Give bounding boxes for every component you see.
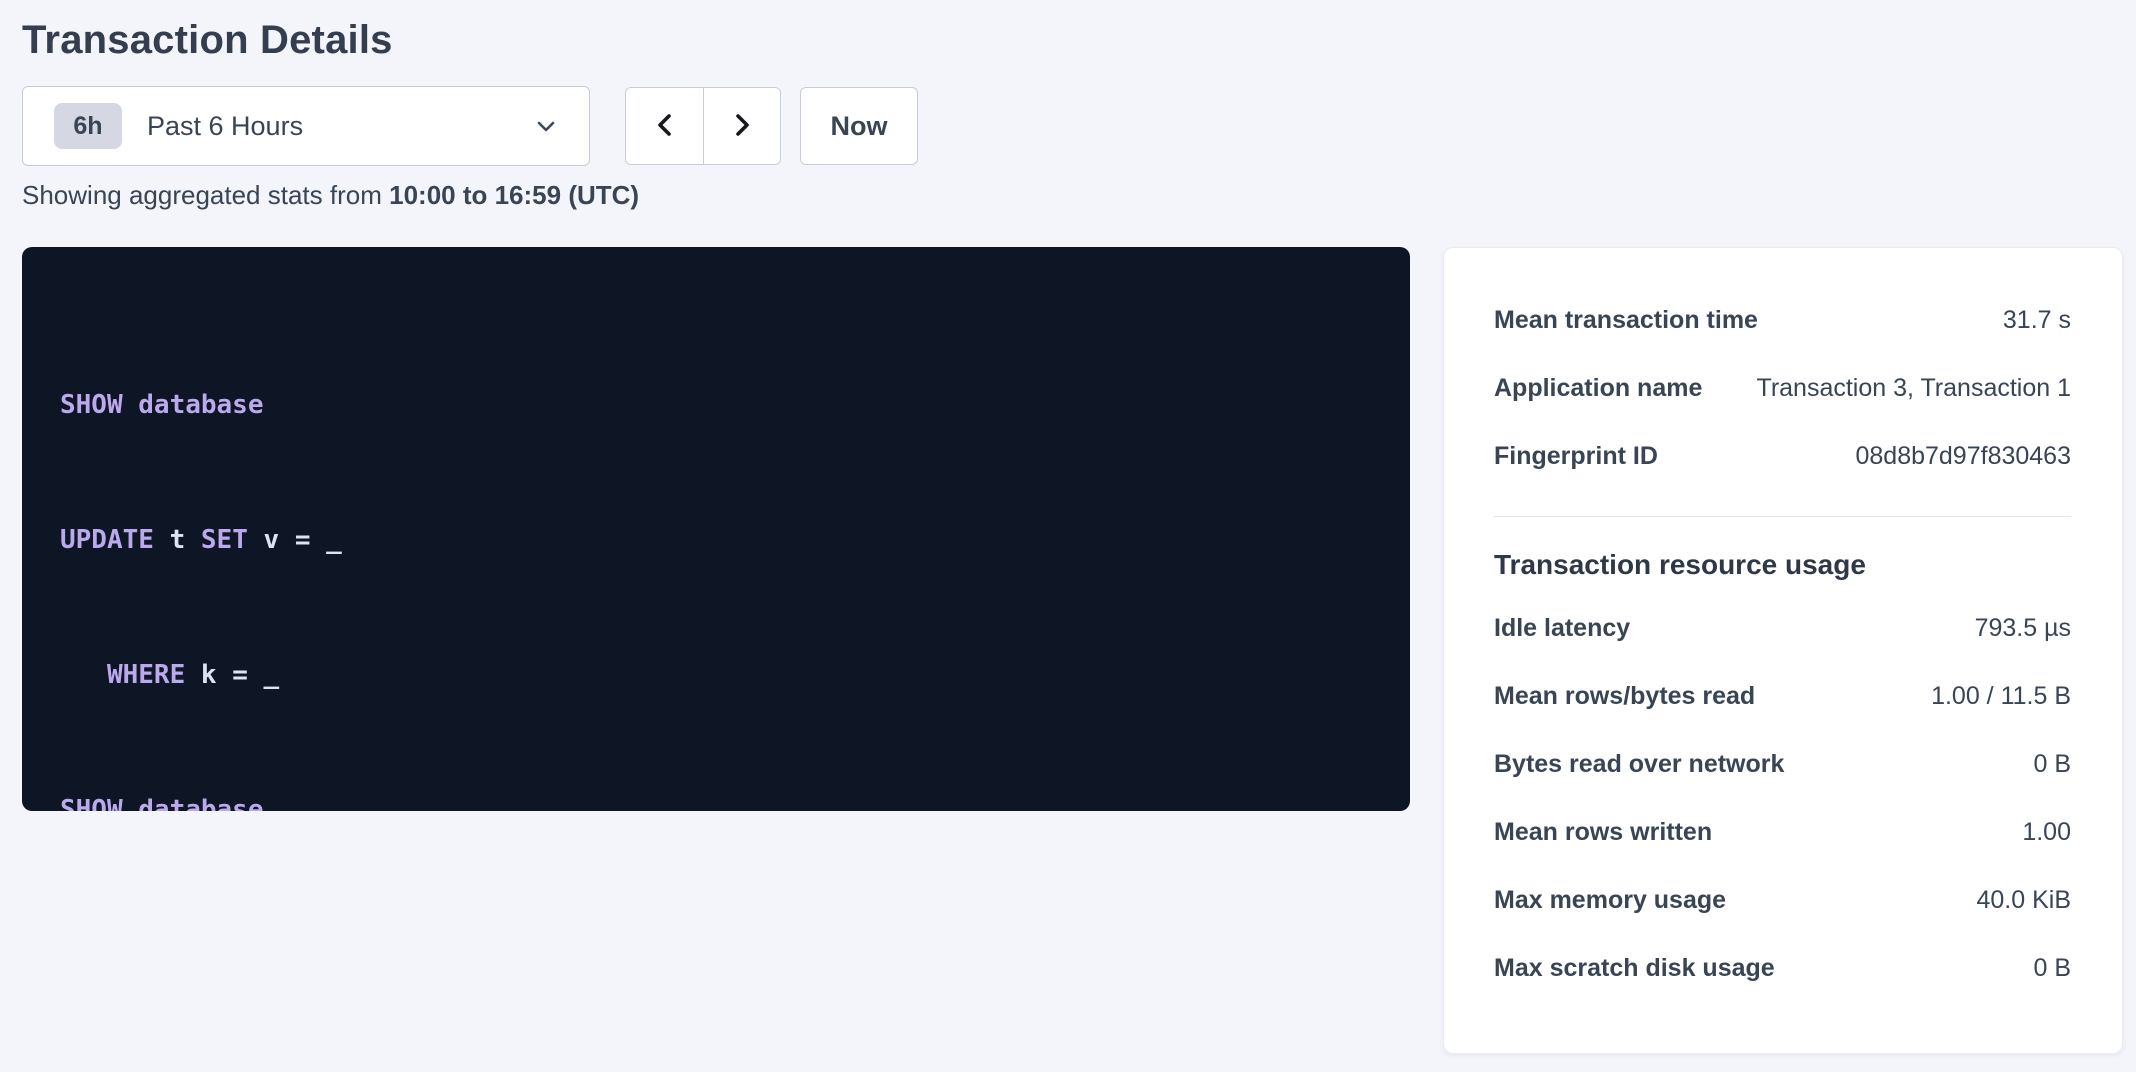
aggregated-stats-note-range: 10:00 to 16:59 (UTC) — [389, 180, 639, 210]
stat-value: 793.5 µs — [1975, 612, 2071, 644]
page-title: Transaction Details — [22, 16, 2123, 64]
stat-value: 0 B — [2033, 748, 2071, 780]
sql-line: UPDATE t SET v = _ — [60, 518, 1372, 563]
sql-token: SHOW database — [60, 795, 264, 811]
aggregated-stats-note-prefix: Showing aggregated stats from — [22, 180, 389, 210]
resource-usage-heading: Transaction resource usage — [1494, 548, 2071, 582]
stat-label: Bytes read over network — [1494, 748, 1784, 780]
time-range-label: Past 6 Hours — [147, 111, 303, 142]
transaction-details-page: Transaction Details 6h Past 6 Hours Now … — [0, 0, 2136, 1072]
stat-value: 08d8b7d97f830463 — [1855, 440, 2071, 472]
next-time-button[interactable] — [703, 88, 780, 164]
stat-label: Mean rows/bytes read — [1494, 680, 1755, 712]
sql-line: SHOW database — [60, 383, 1372, 428]
now-button[interactable]: Now — [800, 87, 918, 165]
sql-token: k = _ — [201, 660, 279, 690]
stat-value: Transaction 3, Transaction 1 — [1756, 372, 2071, 404]
chevron-left-icon — [651, 110, 679, 143]
prev-time-button[interactable] — [626, 88, 703, 164]
stat-label: Max scratch disk usage — [1494, 952, 1775, 984]
stat-row-application-name: Application name Transaction 3, Transact… — [1494, 372, 2071, 404]
stat-value: 40.0 KiB — [1976, 884, 2071, 916]
sql-line: WHERE k = _ — [60, 653, 1372, 698]
time-step-button-group — [625, 87, 781, 165]
sql-line: SHOW database — [60, 788, 1372, 811]
stat-row-max-memory-usage: Max memory usage 40.0 KiB — [1494, 884, 2071, 916]
stat-row-fingerprint-id: Fingerprint ID 08d8b7d97f830463 — [1494, 440, 2071, 472]
aggregated-stats-note: Showing aggregated stats from 10:00 to 1… — [22, 180, 2123, 210]
sql-token: SET — [201, 525, 264, 555]
sql-token: SHOW database — [60, 390, 264, 420]
time-controls: 6h Past 6 Hours Now — [22, 86, 2123, 166]
stat-row-idle-latency: Idle latency 793.5 µs — [1494, 612, 2071, 644]
time-range-badge: 6h — [54, 103, 122, 149]
transaction-details-card: Mean transaction time 31.7 s Application… — [1443, 247, 2123, 1054]
chevron-down-icon — [533, 113, 559, 139]
stat-row-mean-rows-bytes-read: Mean rows/bytes read 1.00 / 11.5 B — [1494, 680, 2071, 712]
card-divider — [1494, 516, 2071, 517]
sql-token: WHERE — [60, 660, 201, 690]
main-content: SHOW database UPDATE t SET v = _ WHERE k… — [22, 247, 2123, 1054]
stat-label: Application name — [1494, 372, 1702, 404]
stat-label: Fingerprint ID — [1494, 440, 1658, 472]
stat-row-max-scratch-disk-usage: Max scratch disk usage 0 B — [1494, 952, 2071, 984]
stat-label: Mean rows written — [1494, 816, 1712, 848]
time-range-dropdown[interactable]: 6h Past 6 Hours — [22, 86, 590, 166]
stat-label: Mean transaction time — [1494, 304, 1758, 336]
stat-value: 1.00 — [2022, 816, 2071, 848]
stat-row-bytes-read-over-network: Bytes read over network 0 B — [1494, 748, 2071, 780]
sql-token: UPDATE — [60, 525, 170, 555]
sql-statement-box: SHOW database UPDATE t SET v = _ WHERE k… — [22, 247, 1410, 811]
chevron-right-icon — [728, 110, 756, 143]
stat-row-mean-rows-written: Mean rows written 1.00 — [1494, 816, 2071, 848]
stat-value: 31.7 s — [2003, 304, 2071, 336]
sql-token: v = _ — [264, 525, 342, 555]
stat-row-mean-transaction-time: Mean transaction time 31.7 s — [1494, 304, 2071, 336]
sql-token: t — [170, 525, 201, 555]
stat-value: 0 B — [2033, 952, 2071, 984]
stat-label: Max memory usage — [1494, 884, 1726, 916]
stat-value: 1.00 / 11.5 B — [1931, 680, 2071, 712]
stat-label: Idle latency — [1494, 612, 1630, 644]
